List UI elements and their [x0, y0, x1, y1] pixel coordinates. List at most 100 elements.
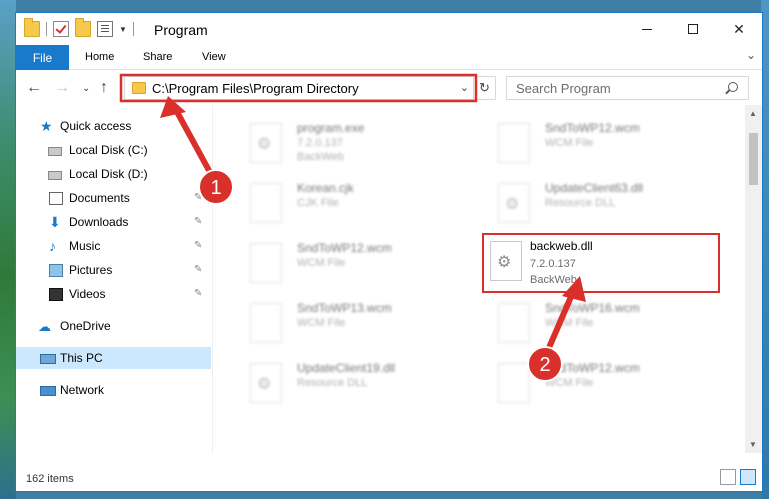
file-icon — [250, 183, 282, 223]
file-tile[interactable]: SndToWP16.wcm WCM File — [488, 295, 718, 355]
tab-share[interactable]: Share — [143, 51, 172, 63]
cloud-icon: ☁ — [38, 319, 51, 334]
file-tile[interactable]: Korean.cjk CJK File — [240, 175, 470, 235]
properties-check-icon[interactable] — [53, 21, 69, 37]
tab-file[interactable]: File — [16, 45, 69, 70]
tab-view[interactable]: View — [202, 51, 226, 63]
sidebar-item-label: Local Disk (C:) — [69, 143, 148, 157]
sidebar-item-local-disk-c[interactable]: Local Disk (C:) — [16, 139, 211, 161]
tab-home[interactable]: Home — [85, 51, 114, 63]
pin-icon[interactable]: ✎ — [194, 288, 202, 299]
sidebar-item-this-pc[interactable]: This PC — [16, 347, 211, 369]
sidebar-item-documents[interactable]: Documents ✎ — [16, 187, 211, 209]
disk-icon — [48, 147, 62, 156]
folder-icon — [24, 18, 40, 37]
sidebar-item-label: Local Disk (D:) — [69, 167, 148, 181]
search-box[interactable]: Search Program — [506, 76, 749, 100]
sidebar-item-label: Downloads — [69, 215, 129, 229]
file-version: 7.2.0.137 — [297, 137, 343, 149]
file-tile[interactable]: program.exe 7.2.0.137 BackWeb — [240, 115, 470, 175]
large-icons-view-icon[interactable] — [740, 469, 756, 485]
sidebar-item-downloads[interactable]: ⬇ Downloads ✎ — [16, 211, 211, 233]
dll-file-icon — [250, 363, 282, 403]
address-bar[interactable]: C:\Program Files\Program Directory ⌄ ↻ — [124, 76, 496, 100]
search-icon[interactable] — [728, 82, 738, 92]
file-version: 7.2.0.137 — [530, 258, 576, 270]
network-icon — [40, 386, 56, 396]
file-icon — [498, 123, 530, 163]
file-tile[interactable]: SndToWP12.wcm WCM File — [240, 235, 470, 295]
file-type: BackWeb — [297, 151, 344, 163]
customize-toolbar-chevron-icon[interactable]: ▼ — [119, 25, 127, 34]
scroll-up-arrow-icon[interactable]: ▲ — [749, 109, 757, 118]
expand-ribbon-chevron-icon[interactable]: ⌄ — [746, 48, 756, 62]
forward-arrow-icon[interactable]: → — [54, 79, 70, 97]
details-view-icon[interactable] — [720, 469, 736, 485]
back-arrow-icon[interactable]: ← — [26, 79, 42, 97]
status-bar: 162 items — [16, 453, 762, 491]
title-bar: ▼ Program ✕ — [16, 13, 762, 45]
file-tile[interactable]: UpdateClient63.dll Resource DLL — [488, 175, 718, 235]
file-tile[interactable]: SndToWP12.wcm WCM File — [488, 355, 718, 415]
file-type: CJK File — [297, 197, 339, 209]
sidebar-item-quick-access[interactable]: ★ Quick access — [16, 115, 211, 137]
address-path[interactable]: C:\Program Files\Program Directory — [152, 81, 359, 96]
file-tile[interactable]: SndToWP13.wcm WCM File — [240, 295, 470, 355]
pin-icon[interactable]: ✎ — [194, 216, 202, 227]
vertical-scrollbar[interactable]: ▲ ▼ — [745, 105, 762, 453]
item-count: 162 items — [26, 473, 74, 485]
close-button[interactable]: ✕ — [716, 13, 762, 45]
address-dropdown-chevron-icon[interactable]: ⌄ — [460, 81, 469, 94]
maximize-icon — [688, 24, 698, 34]
recent-locations-chevron-icon[interactable]: ⌄ — [82, 83, 90, 94]
up-arrow-icon[interactable]: ↑ — [100, 79, 108, 97]
pin-icon[interactable]: ✎ — [194, 264, 202, 275]
application-file-icon — [250, 123, 282, 163]
file-type: WCM File — [297, 257, 346, 269]
search-placeholder[interactable]: Search Program — [516, 81, 611, 96]
file-tile-backweb-dll[interactable]: backweb.dll 7.2.0.137 BackWeb — [482, 233, 720, 293]
minimize-button[interactable] — [624, 13, 670, 45]
file-tile[interactable]: UpdateClient19.dll Resource DLL — [240, 355, 470, 415]
file-name: UpdateClient19.dll — [297, 361, 396, 375]
sidebar-item-label: Pictures — [69, 263, 113, 277]
document-icon — [49, 192, 63, 205]
maximize-button[interactable] — [670, 13, 716, 45]
refresh-button[interactable]: ↻ — [473, 77, 495, 99]
sidebar-item-pictures[interactable]: Pictures ✎ — [16, 259, 211, 281]
file-icon — [250, 303, 282, 343]
properties-icon[interactable] — [97, 21, 113, 37]
toolbar-separator — [132, 22, 134, 36]
view-toggle — [716, 469, 756, 485]
new-folder-icon[interactable] — [75, 18, 91, 37]
disk-icon — [48, 171, 62, 180]
folder-icon — [132, 82, 146, 94]
scrollbar-thumb[interactable] — [749, 133, 758, 185]
sidebar-item-local-disk-d[interactable]: Local Disk (D:) — [16, 163, 211, 185]
file-icon — [498, 303, 530, 343]
pin-icon[interactable]: ✎ — [194, 192, 202, 203]
desktop-background-left — [0, 0, 16, 499]
picture-icon — [49, 264, 63, 277]
quick-access-toolbar: ▼ — [24, 18, 140, 37]
sidebar-item-music[interactable]: ♪ Music ✎ — [16, 235, 211, 257]
pane-divider[interactable] — [212, 105, 213, 453]
sidebar-item-label: Documents — [69, 191, 130, 205]
music-icon: ♪ — [49, 238, 56, 254]
toolbar-separator — [46, 22, 47, 36]
sidebar-item-label: Music — [69, 239, 101, 253]
pin-icon[interactable]: ✎ — [194, 240, 202, 251]
file-tile[interactable]: SndToWP12.wcm WCM File — [488, 115, 718, 175]
sidebar-item-onedrive[interactable]: ☁ OneDrive — [16, 315, 211, 337]
file-type: WCM File — [297, 317, 346, 329]
sidebar-item-label: Network — [60, 383, 105, 397]
sidebar-item-network[interactable]: Network — [16, 379, 211, 401]
computer-icon — [40, 354, 56, 364]
navigation-bar: ← → ⌄ ↑ C:\Program Files\Program Directo… — [16, 71, 762, 105]
sidebar-item-videos[interactable]: Videos ✎ — [16, 283, 211, 305]
scroll-down-arrow-icon[interactable]: ▼ — [749, 440, 757, 449]
ribbon-tabs: File Home Share View ⌄ — [16, 45, 762, 70]
refresh-icon: ↻ — [479, 80, 490, 95]
file-type: BackWeb — [530, 274, 577, 286]
file-type: Resource DLL — [545, 197, 616, 209]
